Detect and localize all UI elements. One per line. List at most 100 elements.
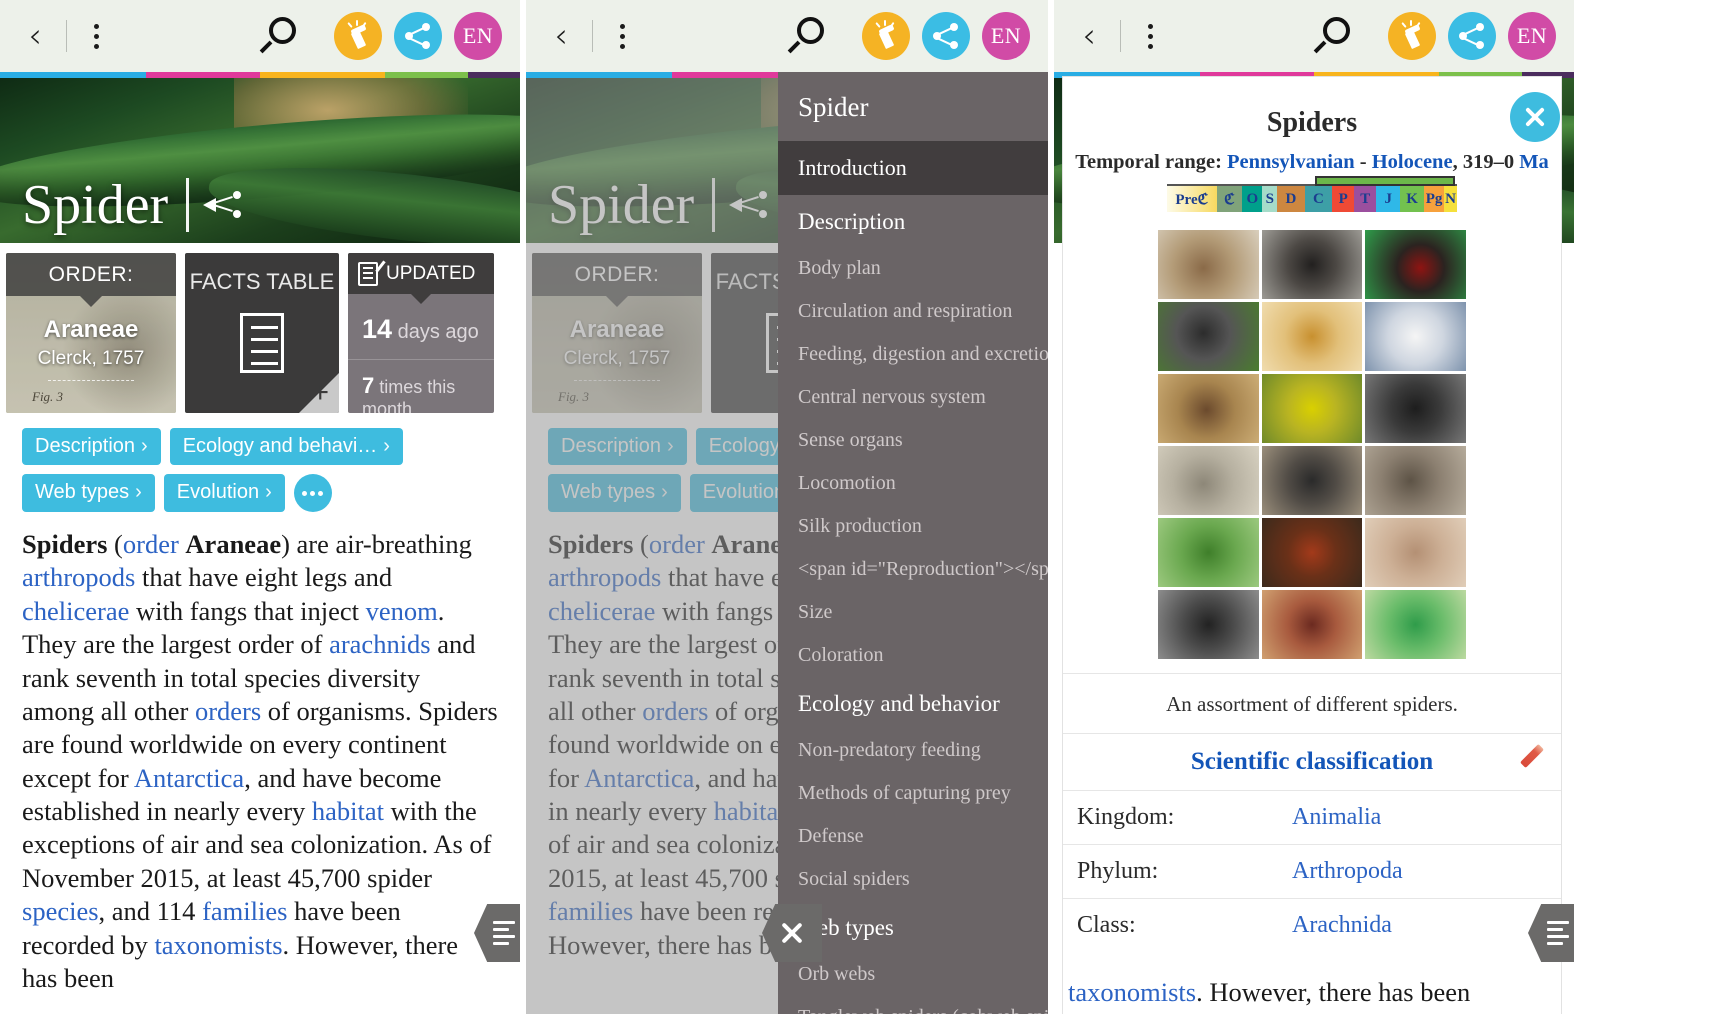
overflow-menu-icon[interactable] bbox=[83, 23, 109, 49]
article-link[interactable]: species bbox=[22, 896, 99, 926]
section-chip[interactable]: Ecology and behavi…› bbox=[169, 428, 403, 465]
article-link[interactable]: taxonomists bbox=[154, 930, 282, 960]
toc-item-description[interactable]: Description bbox=[778, 195, 1048, 247]
torch-icon[interactable] bbox=[334, 12, 382, 60]
share-icon[interactable] bbox=[394, 12, 442, 60]
back-icon[interactable]: ‹ bbox=[1072, 19, 1106, 53]
article-link[interactable]: orders bbox=[195, 696, 261, 726]
article-link[interactable]: Antarctica bbox=[584, 763, 694, 793]
toc-item-silk-production[interactable]: Silk production bbox=[778, 505, 1048, 548]
toc-item-sense-organs[interactable]: Sense organs bbox=[778, 419, 1048, 462]
article-link[interactable]: venom bbox=[366, 596, 438, 626]
spider-thumbnail[interactable] bbox=[1365, 518, 1466, 587]
toc-item-methods-of-capturing-prey[interactable]: Methods of capturing prey bbox=[778, 772, 1048, 815]
temporal-unit-link[interactable]: Ma bbox=[1519, 151, 1549, 173]
toc-item-defense[interactable]: Defense bbox=[778, 815, 1048, 858]
overflow-menu-icon[interactable] bbox=[609, 23, 635, 49]
section-chip[interactable]: Description › bbox=[548, 428, 687, 465]
language-button[interactable]: EN bbox=[454, 12, 502, 60]
spider-thumbnail[interactable] bbox=[1365, 230, 1466, 299]
article-link[interactable]: order bbox=[123, 529, 179, 559]
close-icon[interactable] bbox=[1510, 92, 1560, 142]
section-chip[interactable]: Web types › bbox=[22, 474, 155, 512]
spider-thumbnail[interactable] bbox=[1261, 230, 1363, 299]
spider-thumbnail[interactable] bbox=[1261, 446, 1363, 515]
search-icon[interactable] bbox=[1313, 14, 1362, 58]
article-link[interactable]: arthropods bbox=[22, 562, 135, 592]
spider-thumbnail[interactable] bbox=[1365, 374, 1466, 443]
article-link[interactable]: families bbox=[548, 896, 633, 926]
toc-item-body-plan[interactable]: Body plan bbox=[778, 247, 1048, 290]
spider-thumbnail[interactable] bbox=[1261, 590, 1363, 659]
section-chip[interactable]: Evolution› bbox=[163, 474, 285, 512]
language-button[interactable]: EN bbox=[982, 12, 1030, 60]
spider-thumbnail[interactable] bbox=[1158, 374, 1259, 443]
toc-item-central-nervous-system[interactable]: Central nervous system bbox=[778, 376, 1048, 419]
facts-table-card[interactable]: FACTS TABLE + bbox=[185, 253, 339, 413]
timescale-period-pre[interactable]: Preℭ bbox=[1167, 186, 1217, 212]
article-link[interactable]: chelicerae bbox=[22, 596, 129, 626]
toc-item-tangleweb-spiders-cobweb-spiders[interactable]: Tangleweb spiders (cobweb spiders) bbox=[778, 996, 1048, 1014]
toc-item-circulation-and-respiration[interactable]: Circulation and respiration bbox=[778, 290, 1048, 333]
toc-item-span-id-reproduction-span[interactable]: <span id="Reproduction"></span>... bbox=[778, 548, 1048, 591]
torch-icon[interactable] bbox=[1388, 12, 1436, 60]
spider-thumbnail[interactable] bbox=[1261, 518, 1363, 587]
timescale-period-j[interactable]: J bbox=[1376, 186, 1401, 212]
toc-item-feeding-digestion-and-excretion[interactable]: Feeding, digestion and excretion bbox=[778, 333, 1048, 376]
spider-thumbnail[interactable] bbox=[1158, 518, 1259, 587]
section-chip[interactable]: Description › bbox=[22, 428, 161, 465]
temporal-from-link[interactable]: Pennsylvanian bbox=[1227, 151, 1355, 173]
updated-card[interactable]: UPDATED 14 days ago 7 times this month bbox=[348, 253, 494, 413]
timescale-period-c[interactable]: C bbox=[1304, 186, 1333, 212]
order-card[interactable]: ORDER: Araneae Clerck, 1757 Fig. 3 bbox=[532, 253, 702, 413]
timescale-period-d[interactable]: D bbox=[1277, 186, 1305, 212]
share-node-icon[interactable] bbox=[729, 190, 768, 220]
search-icon[interactable] bbox=[787, 14, 836, 58]
article-link[interactable]: chelicerae bbox=[548, 596, 655, 626]
spider-thumbnail[interactable] bbox=[1365, 446, 1466, 515]
more-chips-icon[interactable] bbox=[293, 474, 332, 512]
section-chip[interactable]: Web types › bbox=[548, 474, 681, 512]
pencil-icon[interactable] bbox=[1519, 743, 1545, 769]
timescale-period-s[interactable]: S bbox=[1262, 186, 1278, 212]
timescale-period-p[interactable]: P bbox=[1332, 186, 1355, 212]
toc-item-locomotion[interactable]: Locomotion bbox=[778, 462, 1048, 505]
order-card[interactable]: ORDER: Araneae Clerck, 1757 Fig. 3 bbox=[6, 253, 176, 413]
torch-icon[interactable] bbox=[862, 12, 910, 60]
language-button[interactable]: EN bbox=[1508, 12, 1556, 60]
toc-item-coloration[interactable]: Coloration bbox=[778, 634, 1048, 677]
timescale-period-[interactable]: ℭ bbox=[1216, 186, 1243, 212]
search-icon[interactable] bbox=[259, 14, 308, 58]
timescale-period-t[interactable]: T bbox=[1354, 186, 1377, 212]
share-icon[interactable] bbox=[922, 12, 970, 60]
toc-item-non-predatory-feeding[interactable]: Non-predatory feeding bbox=[778, 729, 1048, 772]
spider-thumbnail[interactable] bbox=[1158, 230, 1259, 299]
timescale-period-n[interactable]: N bbox=[1444, 186, 1458, 212]
overflow-menu-icon[interactable] bbox=[1137, 23, 1163, 49]
share-icon[interactable] bbox=[1448, 12, 1496, 60]
table-of-contents-drawer[interactable]: Spider Introduction Description Body plan C… bbox=[778, 72, 1048, 1014]
spider-thumbnail[interactable] bbox=[1158, 446, 1259, 515]
toc-item-social-spiders[interactable]: Social spiders bbox=[778, 858, 1048, 901]
spider-thumbnail[interactable] bbox=[1158, 590, 1259, 659]
taxonomists-link[interactable]: taxonomists bbox=[1068, 977, 1196, 1007]
expand-plus-icon[interactable]: + bbox=[311, 378, 329, 408]
toc-item-size[interactable]: Size bbox=[778, 591, 1048, 634]
toc-item-introduction[interactable]: Introduction bbox=[778, 141, 1048, 195]
spider-thumbnail[interactable] bbox=[1261, 302, 1363, 371]
timescale-period-pg[interactable]: Pg bbox=[1423, 186, 1445, 212]
spider-thumbnail[interactable] bbox=[1365, 302, 1466, 371]
article-link[interactable]: families bbox=[202, 896, 287, 926]
article-link[interactable]: habitat bbox=[312, 796, 384, 826]
classification-value-link[interactable]: Animalia bbox=[1292, 804, 1381, 830]
classification-value-link[interactable]: Arthropoda bbox=[1292, 858, 1403, 884]
article-link[interactable]: orders bbox=[642, 696, 708, 726]
spider-thumbnail[interactable] bbox=[1365, 590, 1466, 659]
spider-thumbnail[interactable] bbox=[1158, 302, 1259, 371]
article-link[interactable]: habitat bbox=[714, 796, 786, 826]
temporal-to-link[interactable]: Holocene bbox=[1372, 151, 1453, 173]
timescale-period-o[interactable]: O bbox=[1242, 186, 1263, 212]
timescale-period-k[interactable]: K bbox=[1400, 186, 1424, 212]
article-link[interactable]: Antarctica bbox=[134, 763, 244, 793]
article-link[interactable]: order bbox=[649, 529, 705, 559]
